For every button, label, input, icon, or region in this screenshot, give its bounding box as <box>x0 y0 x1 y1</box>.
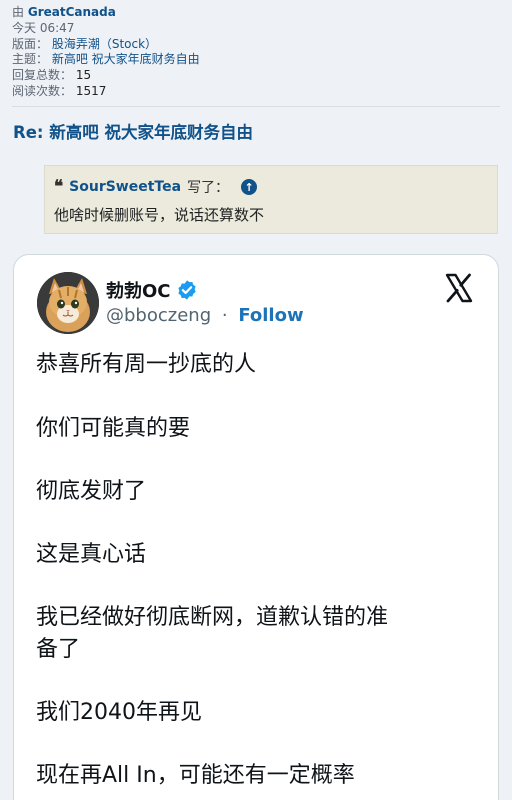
tweet-line: 现在再All In，可能还有一定概率 <box>36 763 355 788</box>
tweet-line: 我们2040年再见 <box>36 700 202 725</box>
avatar[interactable] <box>37 272 99 334</box>
post-title[interactable]: Re: 新高吧 祝大家年底财务自由 <box>13 119 253 143</box>
quote-box: ❝ SourSweetTea 写了： ↑ 他啥时候删账号，说话还算数不 <box>44 165 498 234</box>
reads-label: 阅读次数： <box>12 83 73 98</box>
quote-cite: ❝ SourSweetTea 写了： ↑ <box>54 176 258 197</box>
quote-icon: ❝ <box>54 176 64 197</box>
reads-count: 1517 <box>75 83 107 98</box>
quote-wrote-label: 写了： <box>187 180 230 196</box>
quote-user-link[interactable]: SourSweetTea <box>69 179 181 195</box>
post-time: 06:47 <box>39 20 75 35</box>
cat-avatar-image <box>37 272 99 334</box>
display-name-text: 勃勃OC <box>106 281 171 302</box>
tweet-line: 恭喜所有周一抄底的人 <box>36 352 257 377</box>
meta-time-row: 今天 06:47 <box>12 21 200 37</box>
x-logo-icon[interactable] <box>444 273 474 303</box>
meta-reads-row: 阅读次数： 1517 <box>12 84 200 100</box>
embedded-tweet: 勃勃OC @bboczeng · Follow 恭喜所有周一抄底的人 你们可能真… <box>13 254 499 800</box>
tweet-line: 我已经做好彻底断网，道歉认错的准 <box>36 605 389 630</box>
verified-badge-icon <box>177 280 196 300</box>
tweet-line: 这是真心话 <box>36 542 147 567</box>
subject-label: 主题： <box>12 52 49 67</box>
author-link[interactable]: GreatCanada <box>28 5 116 19</box>
board-label: 版面： <box>12 36 49 51</box>
by-label: 由 <box>12 5 25 19</box>
meta-divider <box>12 106 500 107</box>
tweet-display-name[interactable]: 勃勃OC <box>106 277 198 303</box>
tweet-line: 你们可能真的要 <box>36 416 191 441</box>
meta-board-row: 版面： 股海弄潮（Stock） <box>12 37 200 53</box>
replies-count: 15 <box>75 68 92 83</box>
subject-link[interactable]: 新高吧 祝大家年底财务自由 <box>52 52 200 66</box>
meta-author-row: 由 GreatCanada <box>12 5 200 21</box>
follow-button[interactable]: Follow <box>238 305 303 326</box>
tweet-handle-row: @bboczeng · Follow <box>106 305 304 326</box>
quote-text: 他啥时候删账号，说话还算数不 <box>54 206 265 224</box>
time-label: 今天 <box>12 20 37 35</box>
meta-replies-row: 回复总数： 15 <box>12 68 200 84</box>
tweet-line: 备了 <box>36 637 81 662</box>
board-link[interactable]: 股海弄潮（Stock） <box>52 37 157 51</box>
tweet-handle[interactable]: @bboczeng <box>106 305 211 326</box>
post-meta: 由 GreatCanada 今天 06:47 版面： 股海弄潮（Stock） 主… <box>12 5 200 100</box>
replies-label: 回复总数： <box>12 68 73 83</box>
tweet-line: 彻底发财了 <box>36 479 147 504</box>
meta-subject-row: 主题： 新高吧 祝大家年底财务自由 <box>12 52 200 68</box>
separator-dot: · <box>221 305 228 326</box>
arrow-up-circle-icon[interactable]: ↑ <box>241 179 258 195</box>
